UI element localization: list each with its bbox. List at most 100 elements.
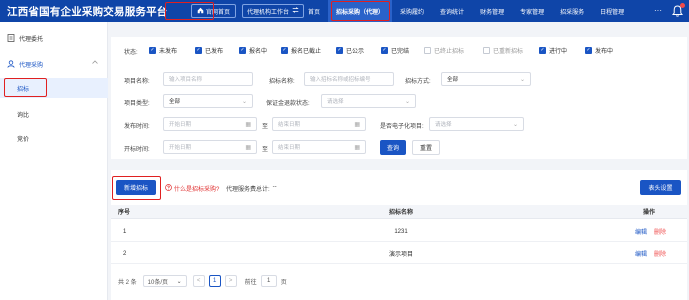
workbench-label: 代理机构工作台 [247,9,290,16]
table-row: 1 1231 编辑 删除 [111,222,687,242]
chevron-down-icon: ⌄ [176,278,182,285]
sidebar-item-inquiry[interactable]: 询比 [0,104,108,124]
open-end-date[interactable]: 结束日期 ▦ [272,140,366,154]
sidebar-group-purchase[interactable]: 代理采购 [0,54,108,74]
open-to-label: 至 [262,147,269,153]
status-checkbox-label: 报名已截止 [291,49,322,55]
calendar-icon: ▦ [245,122,251,128]
row-index: 2 [123,250,127,257]
table-row: 2 演示项目 编辑 删除 [111,244,687,264]
status-checkbox[interactable]: 已重新招标 [483,46,523,55]
project-type-select[interactable]: 全部 ⌄ [163,94,253,108]
column-actions: 操作 [643,210,656,216]
status-checkbox[interactable]: 已终止招标 [424,46,464,55]
sidebar-item-entrust[interactable]: 代理委托 [0,28,108,48]
tender-name-label: 招标名称: [269,79,295,85]
portal-home-label: 官网首页 [206,9,231,16]
publish-time-label: 发布时间: [124,124,150,130]
status-checkbox[interactable]: ✓ 已公示 [336,46,364,55]
header-settings-button[interactable]: 表头设置 [640,180,681,195]
fee-label: 代理服务费总计: [226,187,270,193]
publish-end-date[interactable]: 结束日期 ▦ [272,117,366,131]
nav-schedule[interactable]: 日程管理 [592,0,632,22]
check-icon: ✓ [239,47,246,54]
status-checkbox-label: 已重新招标 [493,49,524,55]
sidebar: 代理委托 代理采购 招标 询比 竞价 [0,22,108,300]
goto-label: 前往 [244,279,257,286]
status-checkbox[interactable]: ✓ 已完结 [381,46,409,55]
nav-home[interactable]: 首页 [300,0,328,22]
status-checkbox-label: 发布中 [595,49,614,55]
query-button[interactable]: 查询 [380,140,406,155]
row-tender-name: 1231 [394,228,408,235]
deposit-status-select[interactable]: 请选择 ⌄ [321,94,416,108]
more-menu-icon[interactable]: ··· [654,6,662,15]
portal-home-button[interactable]: 官网首页 [191,4,237,18]
main-nav: 首页 招标采购（代理） 采购履约 查询统计 财务管理 专家管理 招采服务 日程管… [300,0,632,22]
chevron-up-icon [92,60,98,66]
tender-method-select[interactable]: 全部 ⌄ [441,72,531,86]
status-checkbox[interactable]: ✓ 发布中 [585,46,613,55]
help-icon [165,184,172,193]
check-icon: ✓ [539,47,546,54]
page-size-select[interactable]: 10条/页 ⌄ [142,275,187,287]
check-icon: ✓ [336,47,343,54]
project-name-label: 项目名称: [124,79,150,85]
status-checkbox-label: 未发布 [159,49,178,55]
status-checkbox[interactable]: ✓ 已发布 [195,46,223,55]
sidebar-item-bidding[interactable]: 竞价 [0,128,108,148]
prev-page-button[interactable]: < [192,275,205,287]
nav-services[interactable]: 招采服务 [552,0,592,22]
status-checkbox[interactable]: ✓ 报名已截止 [281,46,321,55]
help-link[interactable]: 什么是招标采购? [165,184,219,193]
deposit-label: 保证金退款状态: [266,101,310,107]
check-icon: ✓ [149,47,156,54]
edit-link[interactable]: 编辑 [635,244,647,263]
open-time-label: 开标时间: [124,147,150,153]
nav-statistics[interactable]: 查询统计 [432,0,472,22]
sidebar-item-entrust-label: 代理委托 [19,36,44,43]
status-checkbox[interactable]: ✓ 进行中 [539,46,567,55]
row-tender-name: 演示项目 [388,252,413,258]
sidebar-group-purchase-label: 代理采购 [19,62,44,69]
checkbox-empty [424,47,431,54]
project-name-input[interactable]: 输入项目名称 [163,72,253,86]
status-checkbox-label: 已终止招标 [434,49,465,55]
status-checkbox[interactable]: ✓ 报名中 [239,46,267,55]
next-page-button[interactable]: > [224,275,237,287]
check-icon: ✓ [195,47,202,54]
document-icon [7,34,15,42]
sidebar-item-tender[interactable]: 招标 [0,78,108,98]
check-icon: ✓ [381,47,388,54]
status-checkbox-label: 已发布 [205,49,224,55]
electronic-select[interactable]: 请选择 ⌄ [429,117,524,131]
nav-tender-agent[interactable]: 招标采购（代理） [328,0,393,22]
delete-link[interactable]: 删除 [654,222,666,241]
row-index: 1 [123,228,127,235]
fee-summary: 代理服务费总计: -- [226,184,277,193]
chevron-down-icon: ⌄ [512,122,518,128]
nav-experts[interactable]: 专家管理 [512,0,552,22]
tender-name-input[interactable]: 输入招标名称或招标编号 [304,72,394,86]
tender-method-label: 招标方式: [405,79,431,85]
workbench-switch[interactable]: 代理机构工作台 [242,4,305,18]
new-tender-button[interactable]: 新增招标 [116,180,156,195]
calendar-icon: ▦ [245,145,251,151]
status-checkbox[interactable]: ✓ 未发布 [149,46,177,55]
help-link-label: 什么是招标采购? [174,187,220,193]
calendar-icon: ▦ [354,122,360,128]
edit-link[interactable]: 编辑 [635,222,647,241]
page-1-button[interactable]: 1 [208,275,221,287]
open-start-date[interactable]: 开始日期 ▦ [163,140,257,154]
status-checkbox-label: 已完结 [391,49,410,55]
switch-icon [292,7,299,15]
column-name: 招标名称 [388,210,413,216]
nav-fulfillment[interactable]: 采购履约 [392,0,432,22]
goto-page-input[interactable]: 1 [260,275,277,287]
status-checkbox-label: 已公示 [346,49,365,55]
reset-button[interactable]: 重置 [412,140,440,155]
nav-finance[interactable]: 财务管理 [472,0,512,22]
publish-start-date[interactable]: 开始日期 ▦ [163,117,257,131]
status-checkbox-label: 进行中 [549,49,568,55]
delete-link[interactable]: 删除 [654,244,666,263]
